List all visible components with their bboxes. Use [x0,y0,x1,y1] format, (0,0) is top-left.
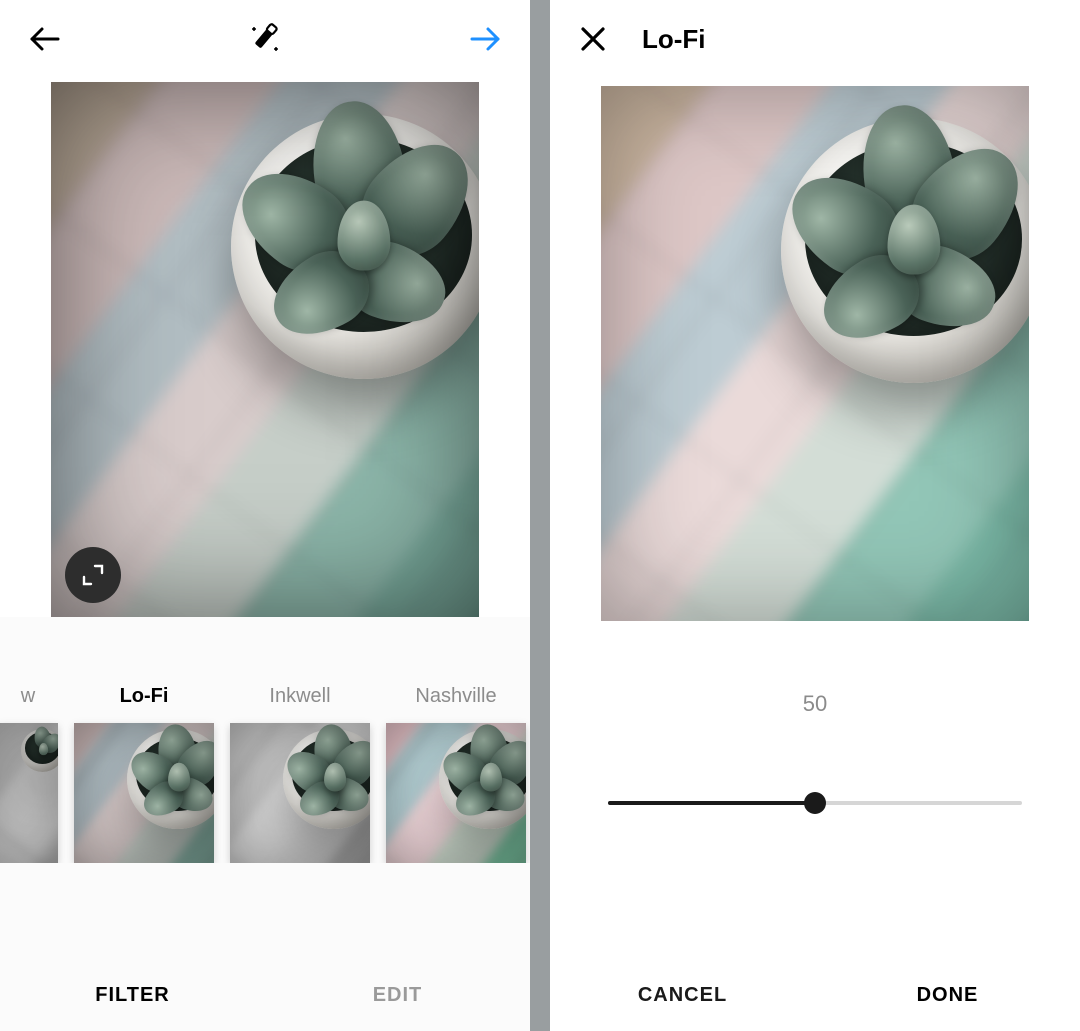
strength-slider[interactable] [608,801,1022,805]
filter-title: Lo-Fi [642,24,706,55]
filter-thumbnail [230,723,370,863]
slider-knob[interactable] [804,792,826,814]
filter-thumbnail [386,723,526,863]
tab-filter[interactable]: FILTER [0,959,265,1031]
filter-strip-area: w Lo-Fi Inkwell Nashville [0,617,530,1031]
editor-header [0,0,530,78]
filter-thumbnail [0,723,58,863]
slider-area: 50 CANCEL DONE [550,621,1080,1031]
slider-value: 50 [803,691,827,717]
auto-enhance-button[interactable] [239,13,291,65]
magic-wand-icon [245,19,285,59]
filter-select-screen: w Lo-Fi Inkwell Nashville [0,0,530,1031]
filter-item-lofi[interactable]: Lo-Fi [74,685,214,863]
cancel-button[interactable]: CANCEL [550,959,815,1031]
done-button[interactable]: DONE [815,959,1080,1031]
filter-item[interactable]: w [0,685,58,863]
photo-preview[interactable] [601,86,1029,621]
close-button[interactable] [572,18,614,60]
arrow-left-icon [28,25,62,53]
strength-actions: CANCEL DONE [550,959,1080,1031]
expand-crop-button[interactable] [65,547,121,603]
expand-icon [81,563,105,587]
filter-thumbnail [74,723,214,863]
slider-fill [608,801,815,805]
filter-label: Nashville [415,685,496,709]
photo-preview[interactable] [51,82,479,617]
arrow-right-icon [468,25,502,53]
filter-label: Inkwell [269,685,330,709]
filter-item-nashville[interactable]: Nashville [386,685,526,863]
back-button[interactable] [22,19,68,59]
filter-label: Lo-Fi [120,685,169,709]
next-button[interactable] [462,19,508,59]
screens-divider [530,0,550,1031]
filter-strip[interactable]: w Lo-Fi Inkwell Nashville [0,685,530,863]
strength-header: Lo-Fi [550,0,1080,78]
bottom-tabs: FILTER EDIT [0,959,530,1031]
photo-preview-area [0,78,530,617]
filter-label: w [21,685,35,709]
filter-strength-screen: Lo-Fi 50 CANCEL DONE [550,0,1080,1031]
tab-edit[interactable]: EDIT [265,959,530,1031]
close-icon [578,24,608,54]
photo-preview-area [550,78,1080,621]
filter-item-inkwell[interactable]: Inkwell [230,685,370,863]
